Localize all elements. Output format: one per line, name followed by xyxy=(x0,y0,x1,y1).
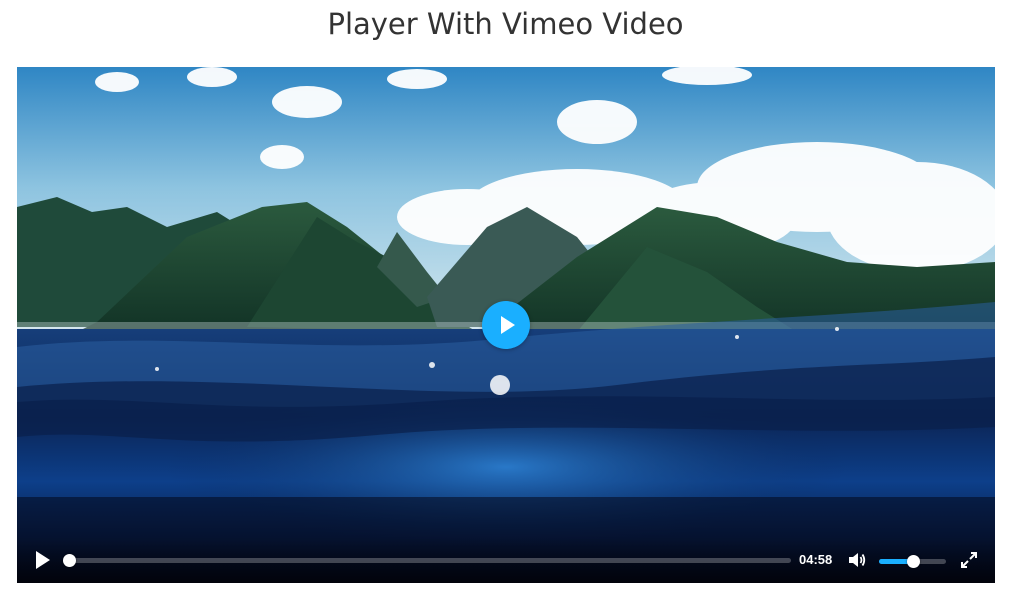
center-play-button[interactable] xyxy=(482,301,530,349)
fullscreen-button[interactable] xyxy=(959,550,979,570)
mute-button[interactable] xyxy=(847,550,867,570)
play-icon xyxy=(36,551,50,569)
play-icon xyxy=(501,316,515,334)
fullscreen-icon xyxy=(961,552,977,568)
time-display: 04:58 xyxy=(799,552,833,567)
page-title: Player With Vimeo Video xyxy=(327,7,684,41)
play-button[interactable] xyxy=(33,550,53,570)
volume-slider[interactable] xyxy=(879,555,946,568)
volume-icon xyxy=(849,553,866,567)
control-bar: 04:58 xyxy=(17,537,995,583)
volume-thumb[interactable] xyxy=(906,555,920,568)
seek-thumb[interactable] xyxy=(63,554,76,567)
video-player[interactable]: 04:58 xyxy=(17,67,995,583)
seek-bar[interactable] xyxy=(63,554,791,567)
